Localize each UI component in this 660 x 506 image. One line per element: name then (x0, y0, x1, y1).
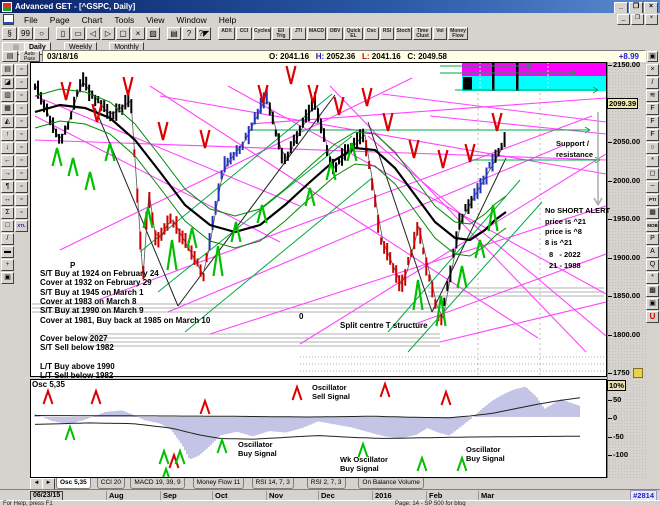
study-tab-1[interactable]: CCI 20 (97, 478, 125, 489)
price-tick: 1800.00 (608, 330, 640, 339)
month-label-mar: Mar (478, 491, 494, 500)
support-resistance-label-line-0: Support / (556, 139, 589, 150)
month-label-sep: Sep (160, 491, 177, 500)
price-tick: 2050.00 (608, 137, 640, 146)
study-tab-6[interactable]: On Balance Volume (358, 478, 423, 489)
split-t-label: Split centre T structure (340, 321, 428, 330)
month-label-oct: Oct (212, 491, 228, 500)
month-label-dec: Dec (318, 491, 335, 500)
status-bar: For Help, press F1 Page: 14 - SP 500 for… (0, 500, 660, 506)
study-tab-5[interactable]: RSI 2, 7, 3 (307, 478, 346, 489)
trade-log-line-0: S/T Buy at 1924 on February 24 (40, 269, 159, 278)
trade-log-line-8: S/T Sell below 1982 (40, 343, 114, 352)
price-tick: 2000.00 (608, 176, 640, 185)
trade-log-line-4: S/T Buy at 1990 on March 9 (40, 306, 144, 315)
osc-label-2-0: Wk Oscillator (340, 455, 388, 464)
study-tab-0[interactable]: Osc 5,35 (56, 478, 91, 489)
short-alert-label-line-3: 8 is ^21 (545, 238, 572, 249)
short-alert-label-line-2: price is ^8 (545, 227, 582, 238)
support-resistance-label-line-1: resistance (556, 150, 593, 161)
osc-label-0-0: Oscillator (312, 383, 347, 392)
levels-label-line-1: 21 - 1988 (549, 261, 581, 272)
current-price-box: 2099.39 (607, 98, 638, 109)
osc-tick: 50 (608, 395, 621, 404)
osc-tick: -50 (608, 432, 624, 441)
month-label-nov: Nov (266, 491, 283, 500)
study-tab-3[interactable]: Money Flow 11 (193, 478, 245, 489)
osc-tick: 0 (608, 413, 617, 422)
wave-zero-label: 0 (299, 312, 303, 321)
price-tick: 1850.00 (608, 291, 640, 300)
osc-top-label: 10% (607, 380, 626, 391)
osc-title: Osc 5,35 (32, 380, 65, 389)
trade-log-line-2: S/T Buy at 1945 on March 1 (40, 288, 144, 297)
osc-label-0-1: Sell Signal (312, 392, 350, 401)
wave-p-label: P (70, 261, 75, 270)
month-label-2016: 2016 (372, 491, 392, 500)
osc-label-1-1: Buy Signal (238, 449, 277, 458)
study-tab-4[interactable]: RSI 14, 7, 3 (252, 478, 294, 489)
short-alert-label-line-0: No SHORT ALERT (545, 206, 610, 217)
status-page-text: Page: 14 - SP 500 for blog (395, 501, 466, 506)
month-label-aug: Aug (106, 491, 124, 500)
advanced-get-window: Advanced GET - [^GSPC, Daily] _❐× FilePa… (0, 0, 660, 506)
trade-log-line-1: Cover at 1932 on February 29 (40, 278, 152, 287)
osc-tick: -100 (608, 450, 628, 459)
trade-log-line-3: Cover at 1983 on March 8 (40, 297, 136, 306)
osc-label-2-1: Buy Signal (340, 464, 379, 473)
price-tick: 1950.00 (608, 214, 640, 223)
trade-log-line-7: Cover below 2027 (40, 334, 108, 343)
osc-label-3-0: Oscillator (466, 445, 501, 454)
price-tick: 1750 (608, 368, 630, 377)
axis-corner-icon[interactable] (633, 368, 643, 378)
osc-label-3-1: Buy Signal (466, 454, 505, 463)
trade-log-line-10: L/T Buy above 1990 (40, 362, 115, 371)
study-tab-strip: ◄►Osc 5,35CCI 20MACD 19, 39, 9Money Flow… (30, 478, 646, 489)
levels-label-line-0: 8 - 2022 (549, 250, 581, 261)
study-tab-2[interactable]: MACD 19, 39, 9 (130, 478, 184, 489)
short-alert-label-line-1: price is ^21 (545, 217, 586, 228)
osc-label-1-0: Oscillator (238, 440, 273, 449)
price-tick: 2150.00 (608, 60, 640, 69)
month-label-feb: Feb (426, 491, 442, 500)
trade-log-line-5: Cover at 1981, Buy back at 1985 on March… (40, 316, 210, 325)
status-help-text: For Help, press F1 (3, 501, 53, 506)
price-tick: 1900.00 (608, 253, 640, 262)
